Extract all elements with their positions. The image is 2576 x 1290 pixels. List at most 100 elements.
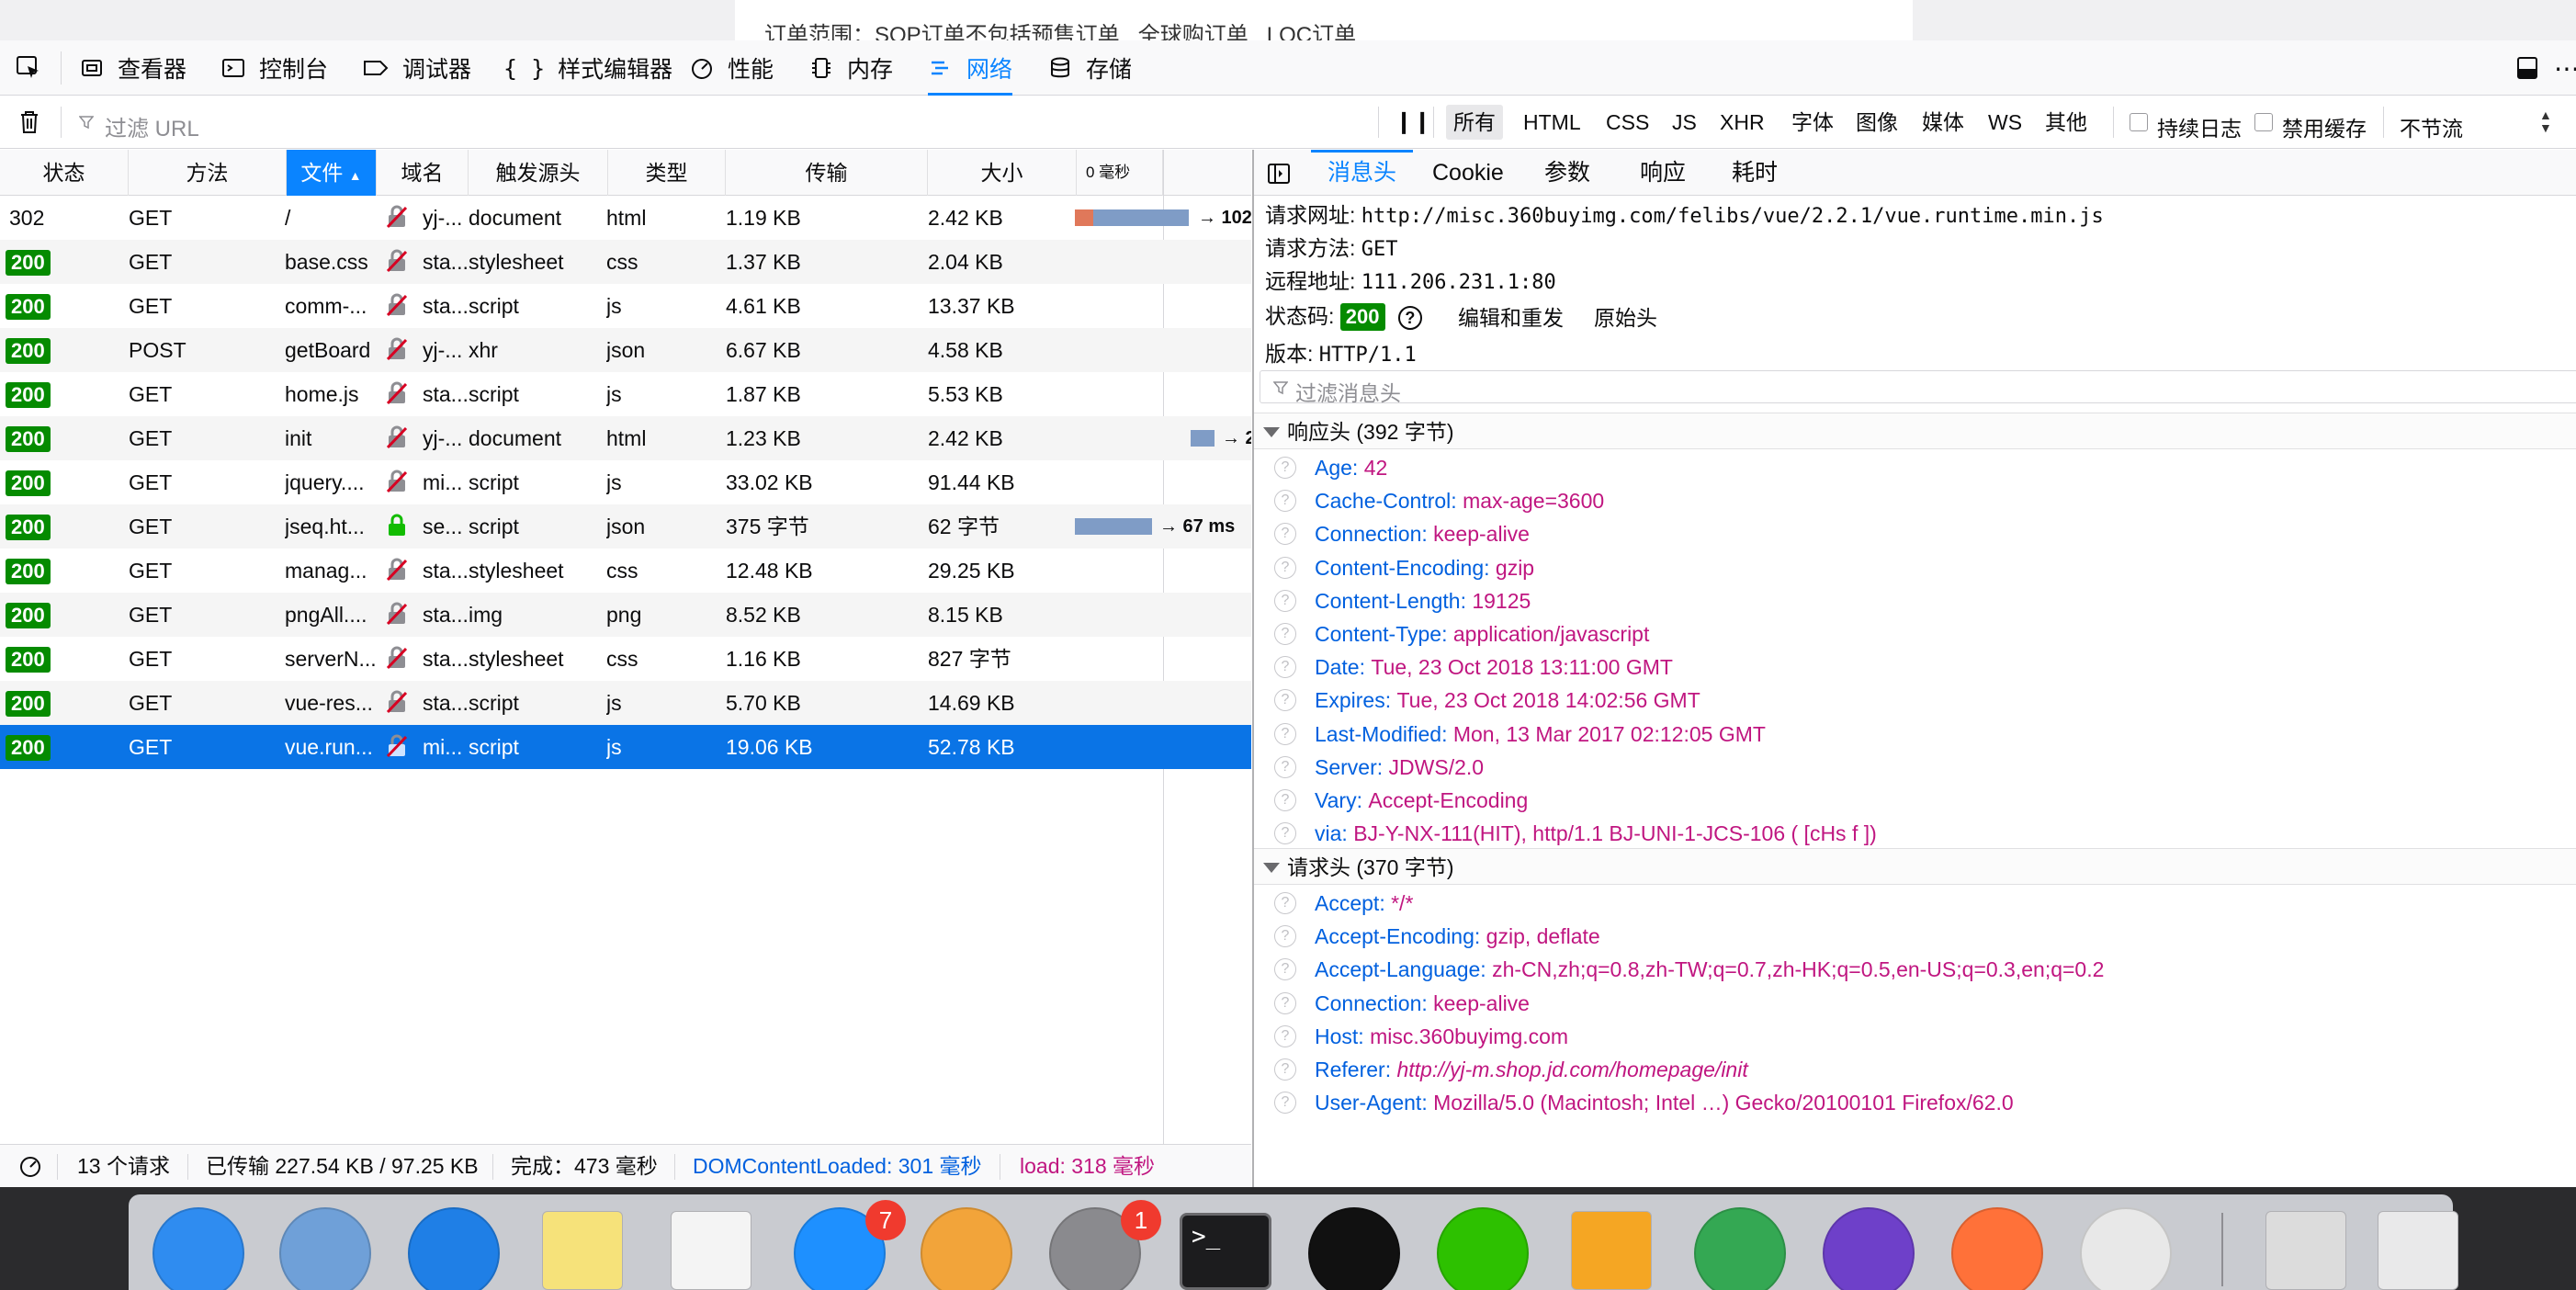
request-row[interactable]: 200 GET vue.run... mi... script js 19.06 KB 52.… [0,725,1251,769]
system-preferences-icon[interactable]: 1 [1045,1200,1161,1290]
tab-timings[interactable]: 耗时 [1732,150,1778,196]
safari-icon[interactable] [404,1207,503,1290]
column-type[interactable]: 类型 [608,150,726,196]
tab-debugger[interactable]: 调试器 [362,40,471,96]
request-row[interactable]: 200 GET comm-... sta... script js 4.61 KB 13.37… [0,284,1251,328]
tab-inspector[interactable]: 查看器 [79,40,186,96]
order-scope-link-global[interactable]: 全球购订单 [1138,23,1248,40]
filter-css[interactable]: CSS [1599,105,1656,140]
request-row[interactable]: 200 GET base.css sta... stylesheet css 1.37 KB… [0,240,1251,284]
pause-icon[interactable]: ❙❙ [1395,108,1431,135]
header-help-icon[interactable]: ? [1274,892,1296,914]
column-size[interactable]: 大小 [928,150,1077,196]
downloads-stack-icon[interactable] [2256,1207,2356,1290]
tab-console[interactable]: 控制台 [220,40,328,96]
filter-images[interactable]: 图像 [1848,105,1905,140]
header-help-icon[interactable]: ? [1274,1024,1296,1047]
header-help-icon[interactable]: ? [1274,722,1296,745]
dock-toggle-button[interactable] [2515,40,2552,96]
mail-icon[interactable] [276,1207,375,1290]
tab-style-editor[interactable]: { } 样式编辑器 [503,40,672,96]
tab-headers[interactable]: 消息头 [1310,150,1414,196]
filter-media[interactable]: 媒体 [1915,105,1972,140]
column-status[interactable]: 状态 [0,150,129,196]
filter-js[interactable]: JS [1665,105,1704,140]
header-help-icon[interactable]: ? [1274,589,1296,612]
header-help-icon[interactable]: ? [1274,457,1296,479]
request-row[interactable]: 302 GET / yj-... document html 1.19 KB 2.42 KB →… [0,196,1251,240]
header-help-icon[interactable]: ? [1274,1092,1296,1115]
photos-icon[interactable] [917,1207,1016,1290]
header-help-icon[interactable]: ? [1274,925,1296,948]
request-row[interactable]: 200 POST getBoard yj-... xhr json 6.67 KB 4.58 … [0,328,1251,372]
filter-xhr[interactable]: XHR [1712,105,1772,140]
request-row[interactable]: 200 GET jseq.ht... se... script json 375 字节 62 … [0,504,1251,549]
filter-other[interactable]: 其他 [2038,105,2095,140]
app-store-icon[interactable]: 7 [790,1200,906,1290]
header-help-icon[interactable]: ? [1274,656,1296,679]
column-waterfall[interactable]: 0 毫秒 [1077,150,1163,196]
collapse-panel-button[interactable] [1267,163,1291,189]
tab-cookies[interactable]: Cookie [1432,150,1504,196]
wechat-icon[interactable] [1433,1207,1532,1290]
filter-ws[interactable]: WS [1981,105,2029,140]
filter-headers-input[interactable]: 过滤消息头 [1260,370,2576,405]
reminders-icon[interactable] [661,1207,761,1290]
header-help-icon[interactable]: ? [1274,689,1296,712]
header-help-icon[interactable]: ? [1274,623,1296,645]
pages-icon[interactable] [1562,1207,1661,1290]
element-picker-button[interactable] [15,40,55,96]
header-help-icon[interactable]: ? [1274,822,1296,845]
more-options-icon[interactable]: ⋯ [2554,40,2576,96]
edit-resend-button[interactable]: 编辑和重发 [1458,300,1564,332]
tab-performance[interactable]: 性能 [689,40,774,96]
tab-params[interactable]: 参数 [1544,150,1590,196]
trash-icon[interactable] [2368,1207,2468,1290]
qq-icon[interactable] [1305,1207,1404,1290]
request-row[interactable]: 200 GET jquery.... mi... script js 33.02 KB 91.… [0,460,1251,504]
tab-memory[interactable]: 内存 [808,40,893,96]
response-headers-section[interactable]: 响应头 (392 字节) [1254,413,2576,449]
help-icon[interactable]: ? [1397,306,1422,330]
column-file[interactable]: 文件 ▲ [287,150,377,196]
header-help-icon[interactable]: ? [1274,523,1296,546]
github-desktop-icon[interactable] [1819,1207,1918,1290]
notes-icon[interactable] [533,1207,632,1290]
order-scope-link-sop[interactable]: SOP订单不包括预售订单 [875,23,1120,40]
request-row[interactable]: 200 GET serverN... sta... stylesheet css 1.16 … [0,637,1251,681]
header-help-icon[interactable]: ? [1274,556,1296,579]
tab-response[interactable]: 响应 [1640,150,1686,196]
filter-fonts[interactable]: 字体 [1784,105,1841,140]
header-help-icon[interactable]: ? [1274,991,1296,1014]
request-row[interactable]: 200 GET pngAll.... sta... img png 8.52 KB 8.15 … [0,593,1251,637]
header-help-icon[interactable]: ? [1274,755,1296,778]
request-row[interactable]: 200 GET init yj-... document html 1.23 KB 2.42 … [0,416,1251,460]
throttle-select[interactable]: 不节流 ▲ ▼ [2389,96,2563,149]
firefox-icon[interactable] [1948,1207,2047,1290]
terminal-icon[interactable]: >_ [1176,1207,1275,1290]
raw-headers-button[interactable]: 原始头 [1594,300,1657,332]
filter-all[interactable]: 所有 [1446,105,1503,140]
order-scope-link-loc[interactable]: LOC订单 [1267,23,1356,40]
header-help-icon[interactable]: ? [1274,1058,1296,1081]
filter-url-input[interactable]: 过滤 URL [62,96,1367,149]
disable-cache-checkbox[interactable] [2254,113,2273,131]
header-help-icon[interactable]: ? [1274,789,1296,811]
column-cause[interactable]: 触发源头 [469,150,608,196]
clear-requests-button[interactable] [17,108,42,141]
tab-storage[interactable]: 存储 [1047,40,1132,96]
header-help-icon[interactable]: ? [1274,958,1296,981]
reload-stats-button[interactable] [18,1155,42,1183]
column-transferred[interactable]: 传输 [726,150,928,196]
request-row[interactable]: 200 GET home.js sta... script js 1.87 KB 5.53 K… [0,372,1251,416]
column-method[interactable]: 方法 [129,150,287,196]
finder-icon[interactable] [149,1207,248,1290]
request-row[interactable]: 200 GET manag... sta... stylesheet css 12.48 K… [0,549,1251,593]
request-headers-section[interactable]: 请求头 (370 字节) [1254,848,2576,885]
chrome-icon[interactable] [1690,1207,1790,1290]
tab-network[interactable]: 网络 [928,40,1013,96]
persist-log-checkbox[interactable] [2130,113,2148,131]
header-help-icon[interactable]: ? [1274,490,1296,513]
jd-icon[interactable] [2076,1207,2175,1290]
filter-html[interactable]: HTML [1516,105,1588,140]
